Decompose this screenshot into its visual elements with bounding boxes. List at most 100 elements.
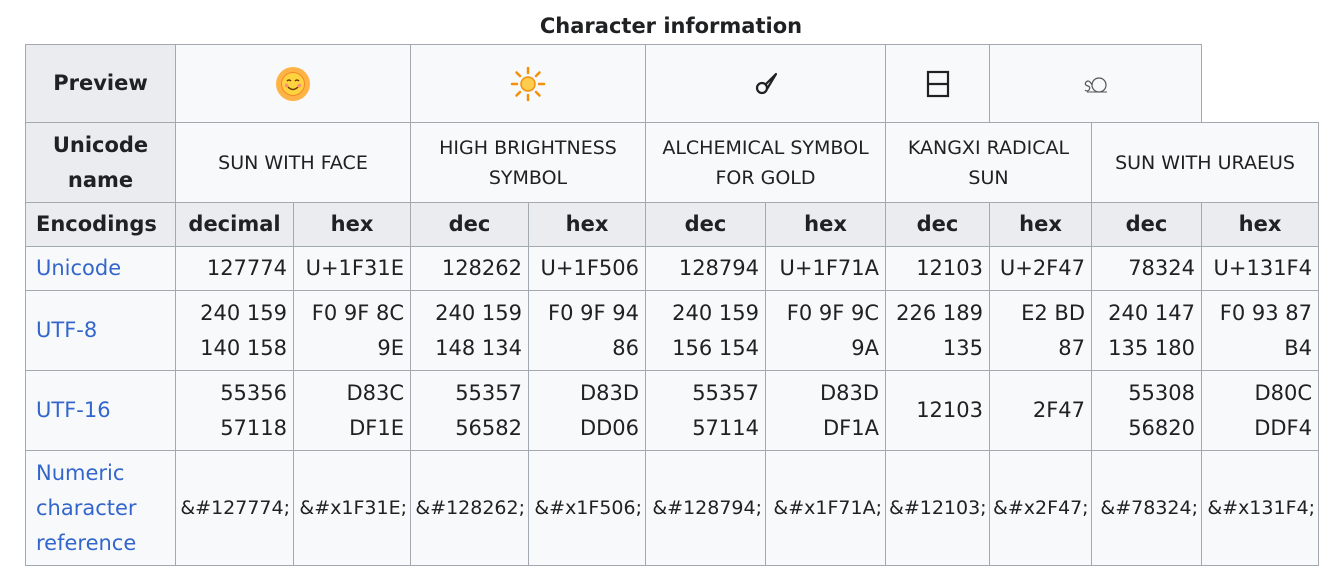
row-header-unicode-name-line2: name [67,167,134,192]
name-line: SYMBOL [488,166,568,189]
enc-header: dec [1091,202,1202,247]
utf8-line: F0 9F 94 [548,300,639,325]
utf8-line: 87 [1058,335,1085,360]
row-header-unicode-name-line1: Unicode [52,132,149,157]
row-header-encodings: Encodings [25,202,176,247]
unicode-cell: U+1F506 [528,246,646,291]
kangxi-sun-icon [926,70,949,98]
utf8-line: E2 BD [1021,300,1085,325]
ncr-link[interactable]: Numeric character reference [25,450,176,566]
utf16-line: DD06 [579,415,639,440]
ncr-cell: &#x131F4; [1201,450,1319,566]
ncr-cell: &#x1F31E; [293,450,411,566]
utf8-line: 240 147 [1108,300,1195,325]
utf16-line: 57114 [692,415,759,440]
utf8-cell: F0 9F 94 86 [528,290,646,371]
utf8-line: 240 159 [200,300,287,325]
utf16-line: D83C [346,380,404,405]
name-line: KANGXI RADICAL [907,136,1070,159]
utf8-row: UTF-8 240 159 140 158 F0 9F 8C 9E 240 159 1… [25,290,1319,371]
unicode-cell: U+1F31E [293,246,411,291]
utf8-line: 135 [942,335,983,360]
unicode-name-row: Unicode name SUN WITH FACE HIGH BRIGHTNE… [25,122,1319,203]
enc-header: hex [293,202,411,247]
utf16-line: D83D [579,380,639,405]
preview-kangxi-sun [885,44,990,123]
name-line: ALCHEMICAL SYMBOL [662,136,869,159]
ncr-link-line[interactable]: reference [36,531,136,555]
utf16-cell: 55356 57118 [175,370,294,451]
utf8-link[interactable]: UTF-8 [25,290,176,371]
utf8-cell: 240 159 148 134 [410,290,529,371]
name-line: SUN WITH URAEUS [1115,151,1295,174]
utf8-line: 240 159 [435,300,522,325]
utf8-line: 148 134 [435,335,522,360]
utf16-cell: D83D DD06 [528,370,646,451]
name-line: FOR GOLD [715,166,816,189]
utf16-cell: 12103 [885,370,990,451]
unicode-row: Unicode 127774 U+1F31E 128262 U+1F506 12… [25,246,1319,291]
enc-header: hex [528,202,646,247]
enc-header: hex [1201,202,1319,247]
unicode-cell: 127774 [175,246,294,291]
utf8-cell: 240 159 156 154 [645,290,766,371]
preview-sun-with-face [175,44,411,123]
alchemical-gold-icon [755,72,777,95]
ncr-cell: &#78324; [1091,450,1202,566]
utf8-cell: 226 189 135 [885,290,990,371]
enc-header: dec [885,202,990,247]
ncr-cell: &#x2F47; [989,450,1092,566]
utf8-cell: F0 9F 8C 9E [293,290,411,371]
unicode-cell: U+2F47 [989,246,1092,291]
utf16-link[interactable]: UTF-16 [25,370,176,451]
utf8-cell: 240 147 135 180 [1091,290,1202,371]
utf8-line: 9E [377,335,404,360]
utf16-cell: D80C DDF4 [1201,370,1319,451]
utf8-cell: E2 BD 87 [989,290,1092,371]
utf16-cell: D83D DF1A [765,370,886,451]
unicode-cell: 12103 [885,246,990,291]
name-line: HIGH BRIGHTNESS [439,136,617,159]
row-header-unicode-name: Unicode name [25,122,176,203]
utf16-row: UTF-16 55356 57118 D83C DF1E 55357 56582 D8… [25,370,1319,451]
utf16-line: 57118 [220,415,287,440]
utf16-cell: 55357 57114 [645,370,766,451]
preview-row: Preview [25,44,1319,123]
utf16-cell: 2F47 [989,370,1092,451]
ncr-cell: &#12103; [885,450,990,566]
name-cell: ALCHEMICAL SYMBOL FOR GOLD [645,122,886,203]
utf16-line: 55356 [220,380,287,405]
preview-high-brightness [410,44,646,123]
utf8-line: F0 9F 9C [786,300,879,325]
name-line: SUN WITH FACE [218,151,368,174]
ncr-link-line[interactable]: Numeric [36,461,124,485]
ncr-cell: &#x1F506; [528,450,646,566]
utf8-cell: F0 93 87 B4 [1201,290,1319,371]
utf16-cell: 55357 56582 [410,370,529,451]
unicode-link[interactable]: Unicode [25,246,176,291]
utf8-line: 226 189 [896,300,983,325]
preview-sun-with-uraeus [989,44,1202,123]
name-line: SUN [968,166,1009,189]
name-cell: SUN WITH URAEUS [1091,122,1319,203]
utf8-line: B4 [1284,335,1312,360]
utf8-line: F0 93 87 [1219,300,1312,325]
row-header-preview: Preview [25,44,176,123]
utf16-line: 56820 [1128,415,1195,440]
ncr-link-line[interactable]: character [36,496,137,520]
unicode-cell: 78324 [1091,246,1202,291]
enc-header: decimal [175,202,294,247]
utf8-cell: 240 159 140 158 [175,290,294,371]
name-cell: HIGH BRIGHTNESS SYMBOL [410,122,646,203]
ncr-cell: &#128794; [645,450,766,566]
ncr-cell: &#x1F71A; [765,450,886,566]
unicode-cell: U+1F71A [765,246,886,291]
utf8-line: 156 154 [672,335,759,360]
enc-header: hex [989,202,1092,247]
utf16-line: 55357 [455,380,522,405]
utf16-line: D80C [1254,380,1312,405]
utf8-line: F0 9F 8C [311,300,404,325]
unicode-cell: U+131F4 [1201,246,1319,291]
utf8-line: 86 [612,335,639,360]
ncr-cell: &#127774; [175,450,294,566]
